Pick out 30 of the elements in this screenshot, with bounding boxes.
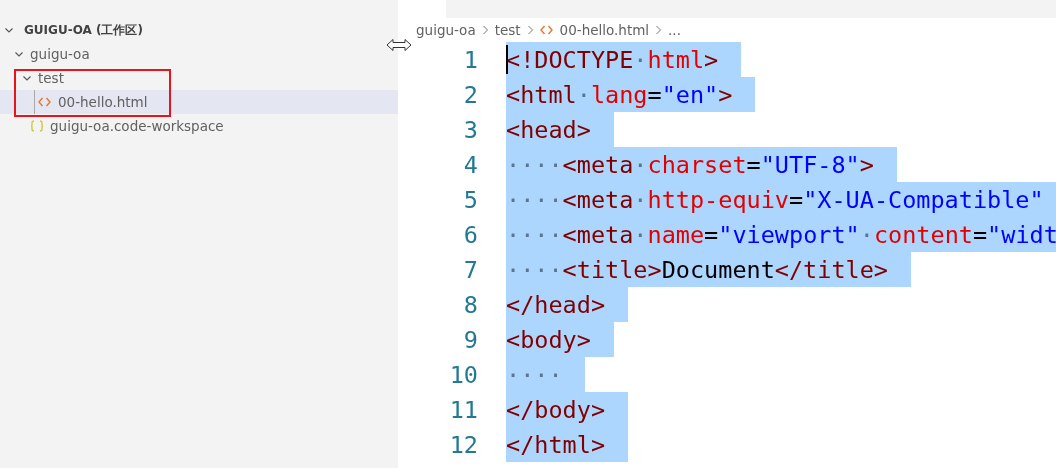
chevron-icon xyxy=(481,25,489,35)
line-number: 2 xyxy=(462,80,479,109)
breadcrumb-item[interactable]: test xyxy=(494,22,521,38)
line-number: 8 xyxy=(462,290,479,319)
breadcrumb-item[interactable]: guigu-oa xyxy=(416,22,476,38)
tree-item[interactable]: test xyxy=(0,66,398,90)
chevron-icon xyxy=(526,25,534,35)
curly-braces-icon xyxy=(30,120,44,132)
line-number: 3 xyxy=(462,115,479,144)
line-number: 11 xyxy=(448,395,479,424)
tree-item[interactable]: guigu-oa.code-workspace xyxy=(0,114,398,138)
chevron-icon[interactable] xyxy=(4,25,14,35)
line-number: 4 xyxy=(462,150,479,179)
chevron-icon[interactable] xyxy=(14,49,24,59)
tree-item[interactable]: guigu-oa xyxy=(0,42,398,66)
chevron-icon xyxy=(655,25,663,35)
line-number: 7 xyxy=(462,255,479,284)
line-number: 1 xyxy=(462,45,479,74)
line-number: 6 xyxy=(462,220,479,249)
code-brackets-icon xyxy=(38,97,51,107)
line-number: 9 xyxy=(462,325,479,354)
workspace-header[interactable]: GUIGU-OA (工作区) xyxy=(0,18,398,42)
chevron-icon[interactable] xyxy=(22,73,32,83)
line-number: 10 xyxy=(448,360,479,389)
line-number: 5 xyxy=(462,185,479,214)
breadcrumb-item[interactable]: ... xyxy=(668,22,681,38)
line-number: 12 xyxy=(448,430,479,459)
tree-item[interactable]: 00-hello.html xyxy=(0,90,398,114)
code-brackets-icon xyxy=(539,25,553,35)
breadcrumb-item[interactable]: 00-hello.html xyxy=(539,22,650,38)
